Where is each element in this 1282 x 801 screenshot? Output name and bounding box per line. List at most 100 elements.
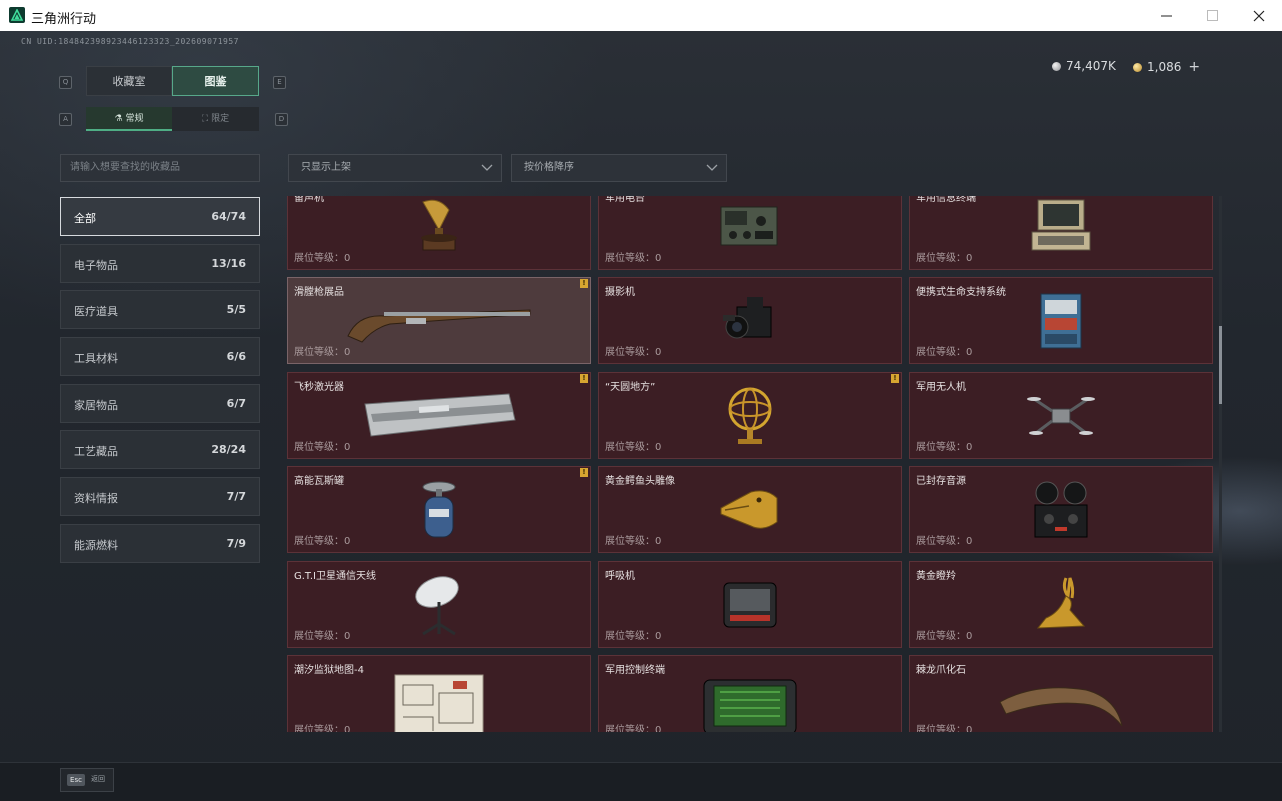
control-terminal-icon: [703, 679, 797, 732]
category-energy[interactable]: 能源燃料 7/9: [60, 524, 260, 563]
category-all[interactable]: 全部 64/74: [60, 197, 260, 236]
item-level: 展位等级：0: [916, 536, 973, 547]
item-name: 军用信息终端: [916, 196, 976, 204]
category-electronics[interactable]: 电子物品 13/16: [60, 244, 260, 283]
tab-catalog[interactable]: 图鉴: [172, 66, 259, 96]
item-card[interactable]: 潮汐监狱地图-4 展位等级：0: [287, 655, 591, 732]
item-card[interactable]: 黄金瞪羚 展位等级：0: [909, 561, 1213, 648]
grid-scrollbar[interactable]: [1219, 196, 1222, 732]
item-card[interactable]: 摄影机 展位等级：0: [598, 277, 902, 364]
category-medical[interactable]: 医疗道具 5/5: [60, 290, 260, 329]
item-card[interactable]: 军用信息终端 展位等级：0: [909, 196, 1213, 270]
add-currency-button[interactable]: +: [1188, 59, 1200, 75]
item-level: 展位等级：0: [605, 536, 662, 547]
new-badge-icon: !: [580, 279, 588, 288]
item-card[interactable]: 棘龙爪化石 展位等级：0: [909, 655, 1213, 732]
bottom-bar: [0, 762, 1282, 801]
item-card[interactable]: 黄金鳄鱼头雕像 展位等级：0: [598, 466, 902, 553]
close-button[interactable]: [1236, 0, 1282, 31]
item-card[interactable]: 滑膛枪展品 ! 展位等级：0: [287, 277, 591, 364]
silver-coin-icon: [1052, 61, 1061, 71]
subtab-next-key: D: [275, 113, 288, 126]
category-household[interactable]: 家居物品 6/7: [60, 384, 260, 423]
window-titlebar: 三角洲行动: [0, 0, 1282, 32]
subtab-regular[interactable]: ⚗ 常规: [86, 107, 172, 131]
item-level: 展位等级：0: [294, 725, 351, 732]
item-card[interactable]: 军用控制终端 展位等级：0: [598, 655, 902, 732]
laser-case-icon: [364, 392, 516, 437]
claw-fossil-icon: [999, 687, 1123, 727]
item-card[interactable]: G.T.I卫星通信天线 展位等级：0: [287, 561, 591, 648]
armillary-icon: [728, 387, 772, 444]
satellite-dish-icon: [415, 575, 459, 635]
camera-icon: [723, 296, 772, 338]
croc-head-icon: [720, 489, 778, 529]
item-level: 展位等级：0: [294, 253, 351, 264]
category-label: 家居物品: [74, 399, 118, 412]
item-name: “天圆地方”: [605, 382, 656, 393]
item-card[interactable]: 留声机 展位等级：0: [287, 196, 591, 270]
item-card[interactable]: 军用无人机 展位等级：0: [909, 372, 1213, 459]
category-intel[interactable]: 资料情报 7/7: [60, 477, 260, 516]
ventilator-icon: [723, 582, 777, 627]
item-card[interactable]: “天圆地方” ! 展位等级：0: [598, 372, 902, 459]
item-name: 摄影机: [605, 287, 635, 298]
item-card[interactable]: 便携式生命支持系统 展位等级：0: [909, 277, 1213, 364]
item-card[interactable]: 军用电台 展位等级：0: [598, 196, 902, 270]
new-badge-icon: !: [580, 374, 588, 383]
item-level: 展位等级：0: [916, 631, 973, 642]
subtab-limited[interactable]: ⛶ 限定: [172, 107, 259, 131]
item-level: 展位等级：0: [605, 725, 662, 732]
category-label: 工具材料: [74, 352, 118, 365]
item-level: 展位等级：0: [605, 631, 662, 642]
tab-collection-room[interactable]: 收藏室: [86, 66, 172, 96]
back-label: 返回: [91, 775, 105, 783]
terminal-case-icon: [1031, 199, 1091, 250]
item-card[interactable]: 已封存音源 展位等级：0: [909, 466, 1213, 553]
category-label: 医疗道具: [74, 305, 118, 318]
item-name: 棘龙爪化石: [916, 665, 966, 676]
uid-label: CN UID:184842398923446123323_20260907195…: [21, 37, 239, 46]
collection-grid: 留声机 展位等级：0 军用电台 展位等级：0 军用信息终端 展位等级：0 滑膛枪…: [287, 196, 1215, 732]
app-logo-icon: [9, 7, 25, 23]
item-card[interactable]: 飞秒激光器 ! 展位等级：0: [287, 372, 591, 459]
item-name: 军用控制终端: [605, 665, 665, 676]
category-count: 6/7: [226, 397, 246, 410]
category-count: 5/5: [226, 303, 246, 316]
item-name: G.T.I卫星通信天线: [294, 571, 376, 582]
item-name: 军用电台: [605, 196, 645, 204]
item-name: 飞秒激光器: [294, 382, 344, 393]
item-card[interactable]: 呼吸机 展位等级：0: [598, 561, 902, 648]
item-name: 留声机: [294, 196, 324, 204]
minimize-button[interactable]: [1143, 0, 1189, 31]
item-name: 黄金鳄鱼头雕像: [605, 476, 675, 487]
new-badge-icon: !: [580, 468, 588, 477]
item-level: 展位等级：0: [916, 253, 973, 264]
category-tools[interactable]: 工具材料 6/6: [60, 337, 260, 376]
maximize-button[interactable]: [1189, 0, 1235, 31]
category-crafts[interactable]: 工艺藏品 28/24: [60, 430, 260, 469]
item-level: 展位等级：0: [605, 347, 662, 358]
chevron-down-icon: [481, 164, 493, 171]
item-card[interactable]: 高能瓦斯罐 ! 展位等级：0: [287, 466, 591, 553]
category-label: 资料情报: [74, 492, 118, 505]
item-name: 高能瓦斯罐: [294, 476, 344, 487]
search-input[interactable]: 请输入想要查找的收藏品: [60, 154, 260, 182]
item-name: 滑膛枪展品: [294, 287, 344, 298]
chevron-down-icon: [706, 164, 718, 171]
reel-recorder-icon: [1034, 481, 1088, 537]
category-count: 7/7: [226, 490, 246, 503]
back-button[interactable]: Esc 返回: [60, 768, 114, 792]
sort-dropdown[interactable]: 按价格降序: [511, 154, 727, 182]
subtab-regular-label: 常规: [125, 114, 144, 124]
sort-value: 按价格降序: [524, 162, 574, 173]
category-count: 13/16: [211, 257, 246, 270]
category-label: 工艺藏品: [74, 445, 118, 458]
grid-scrollbar-thumb[interactable]: [1219, 326, 1222, 404]
category-count: 6/6: [226, 350, 246, 363]
gas-canister-icon: [422, 481, 456, 537]
item-level: 展位等级：0: [294, 347, 351, 358]
shelf-filter-dropdown[interactable]: 只显示上架: [288, 154, 502, 182]
gold-coin-icon: [1133, 62, 1142, 72]
item-level: 展位等级：0: [605, 442, 662, 453]
